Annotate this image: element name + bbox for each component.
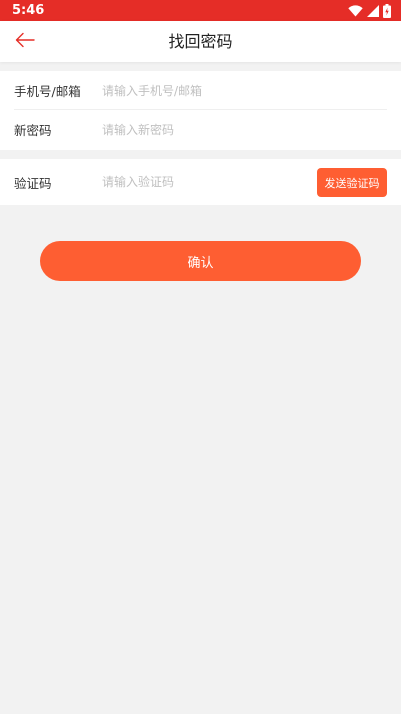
verification-code-row: 验证码 发送验证码 xyxy=(0,159,401,205)
credentials-form-group: 手机号/邮箱 新密码 xyxy=(0,71,401,150)
phone-email-label: 手机号/邮箱 xyxy=(14,84,81,99)
wifi-icon xyxy=(348,4,363,17)
status-time: 5:46 xyxy=(12,3,45,18)
new-password-row: 新密码 xyxy=(0,110,401,149)
page-title: 找回密码 xyxy=(168,32,233,51)
status-icons xyxy=(348,3,391,18)
new-password-input[interactable] xyxy=(102,119,382,140)
confirm-button[interactable]: 确认 xyxy=(40,241,361,281)
new-password-label: 新密码 xyxy=(14,123,52,138)
status-bar: 5:46 xyxy=(0,0,401,21)
phone-email-row: 手机号/邮箱 xyxy=(0,71,401,110)
verification-form-group: 验证码 发送验证码 xyxy=(0,159,401,205)
phone-email-input[interactable] xyxy=(102,80,382,101)
arrow-left-icon xyxy=(15,32,35,52)
cell-signal-icon xyxy=(367,4,379,17)
verification-code-input[interactable] xyxy=(102,172,302,192)
send-code-button[interactable]: 发送验证码 xyxy=(317,168,387,197)
verification-code-label: 验证码 xyxy=(14,175,52,191)
battery-charging-icon xyxy=(383,3,391,18)
app-bar: 找回密码 xyxy=(0,21,401,62)
back-button[interactable] xyxy=(10,27,40,57)
